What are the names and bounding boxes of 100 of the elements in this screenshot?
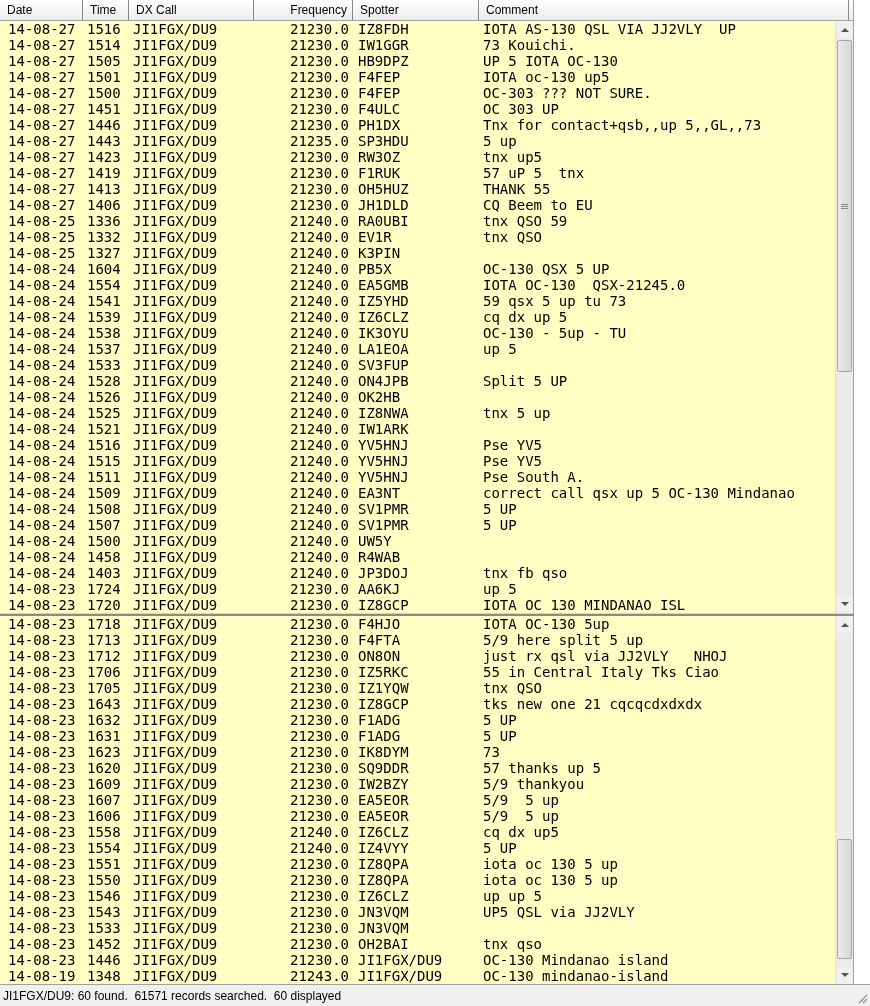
table-cell-text: tnx up5 [483,149,543,165]
column-header[interactable]: Date [0,0,83,20]
scroll-up-button[interactable] [836,616,853,633]
table-cell-text: tks new one 21 cqcqcdxdxdx [483,696,704,712]
table-cell-text: JI1FGX/DU9 [133,824,219,840]
table-cell-text: IZ6CLZ [358,309,410,325]
scroll-down-button[interactable] [836,967,853,984]
table-cell-text: 21235.0 [289,133,350,149]
column-header[interactable]: DX Call [129,0,254,20]
table-cell-text: 14-08-27 [8,21,77,37]
table-cell-text: 21230.0 [289,952,350,968]
table-cell-text: RW3OZ [358,149,402,165]
table-cell-text: 1706 [87,664,122,680]
table-cell-text: 14-08-23 [8,712,77,728]
table-cell-text: 14-08-23 [8,728,77,744]
table-cell-text: OH2BAI [358,936,410,952]
table-cell-text: 14-08-25 [8,245,77,261]
table-cell-text: 1643 [87,696,122,712]
table-cell-text: 14-08-24 [8,565,77,581]
table-cell-text: 21240.0 [289,840,350,856]
table-cell-text: RA0UBI [358,213,410,229]
table-cell-text: 21240.0 [289,437,350,453]
scrollbar[interactable] [835,21,853,613]
table-cell-text: OC-130 mindanao-island [483,968,670,984]
table-cell-text: 21230.0 [289,165,350,181]
table-cell-text: JI1FGX/DU9 [133,501,219,517]
table-cell-text: 1724 [87,581,122,597]
table-cell-text: 21230.0 [289,181,350,197]
table-cell-text: 1554 [87,277,122,293]
table-cell-text: 1514 [87,37,122,53]
table-cell-text: 1712 [87,648,122,664]
table-cell-text: 1515 [87,453,122,469]
table-cell-text: 21240.0 [289,469,350,485]
table-cell-text: 57 thanks up 5 [483,760,602,776]
table-cell-text: 21240.0 [289,565,350,581]
table-cell-text: 14-08-25 [8,229,77,245]
table-cell-text: 1511 [87,469,122,485]
table-cell-text: 14-08-23 [8,632,77,648]
table-cell-text: IZ8FDH [358,21,410,37]
table-cell-text: 21230.0 [289,37,350,53]
table-cell-text: JI1FGX/DU9 [133,341,219,357]
table-cell-text: 21240.0 [289,501,350,517]
table-cell-text: 14-08-23 [8,792,77,808]
column-header[interactable]: Comment [479,0,849,20]
table-cell-text: cq dx up5 [483,824,560,840]
status-text: JI1FGX/DU9: 60 found. 61571 records searched. 60 displayed [3,988,342,1003]
scrollbar-thumb[interactable] [837,40,852,372]
table-cell-text: 1543 [87,904,122,920]
table-cell-text: F4FEP [358,69,402,85]
table-cell-text: 21230.0 [289,808,350,824]
column-header[interactable]: Spotter [353,0,479,20]
table-cell-text: JI1FGX/DU9 [133,485,219,501]
table-cell-text: iota oc 130 5 up [483,856,619,872]
table-cell-text: 1713 [87,632,122,648]
table-cell-text: JI1FGX/DU9 [133,533,219,549]
table-cell-text: JH1DLD [358,197,410,213]
table-cell-text: 21240.0 [289,293,350,309]
table-cell-text: 21240.0 [289,533,350,549]
table-cell-text: 14-08-23 [8,760,77,776]
table-cell-text: OH5HUZ [358,181,410,197]
column-header[interactable]: Frequency [254,0,353,20]
table-cell-text: 14-08-23 [8,952,77,968]
table-cell-text: UW5Y [358,533,393,549]
table-cell-text: 1550 [87,872,122,888]
table-cell-text: 21230.0 [289,53,350,69]
scrollbar[interactable] [835,616,853,984]
table-cell-text: up 5 [483,341,518,357]
table-cell-text: tnx qso [483,936,543,952]
table-cell-text: 1446 [87,117,122,133]
table-cell-text: JI1FGX/DU9 [133,597,219,613]
table-cell-text: 5 UP [483,517,518,533]
table-cell-text: 5 UP [483,712,518,728]
table-cell-text: 1623 [87,744,122,760]
table-cell-text: 1443 [87,133,122,149]
table-cell-text: JI1FGX/DU9 [133,904,219,920]
table-cell-text: 14-08-23 [8,936,77,952]
table-cell-text: JN3VQM [358,904,410,920]
table-cell-text: 5/9 5 up [483,808,560,824]
table-cell-text: 14-08-24 [8,501,77,517]
table-cell-text: correct call qsx up 5 OC-130 Mindanao [483,485,796,501]
table-cell-text: 5/9 here split 5 up [483,632,645,648]
table-cell-text: 14-08-25 [8,213,77,229]
scroll-up-button[interactable] [836,21,853,38]
table-cell-text: 21230.0 [289,69,350,85]
table-cell-text: JI1FGX/DU9 [133,728,219,744]
table-cell-text: JI1FGX/DU9 [133,565,219,581]
table-cell-text: 55 in Central Italy Tks Ciao [483,664,720,680]
table-cell-text: JN3VQM [358,920,410,936]
table-cell-text: 21240.0 [289,453,350,469]
table-cell-text: JI1FGX/DU9 [133,632,219,648]
table-cell-text: 14-08-24 [8,437,77,453]
table-cell-text: 21230.0 [289,648,350,664]
column-header[interactable]: Time [83,0,129,20]
table-cell-text: OC-130 Mindanao island [483,952,670,968]
scroll-down-button[interactable] [836,596,853,613]
table-cell-text: JI1FGX/DU9 [133,357,219,373]
scrollbar-thumb[interactable] [837,839,852,959]
table-cell-text: IZ8QPA [358,872,410,888]
table-cell-text: JI1FGX/DU9 [133,69,219,85]
resize-grip-icon[interactable] [856,992,868,1004]
